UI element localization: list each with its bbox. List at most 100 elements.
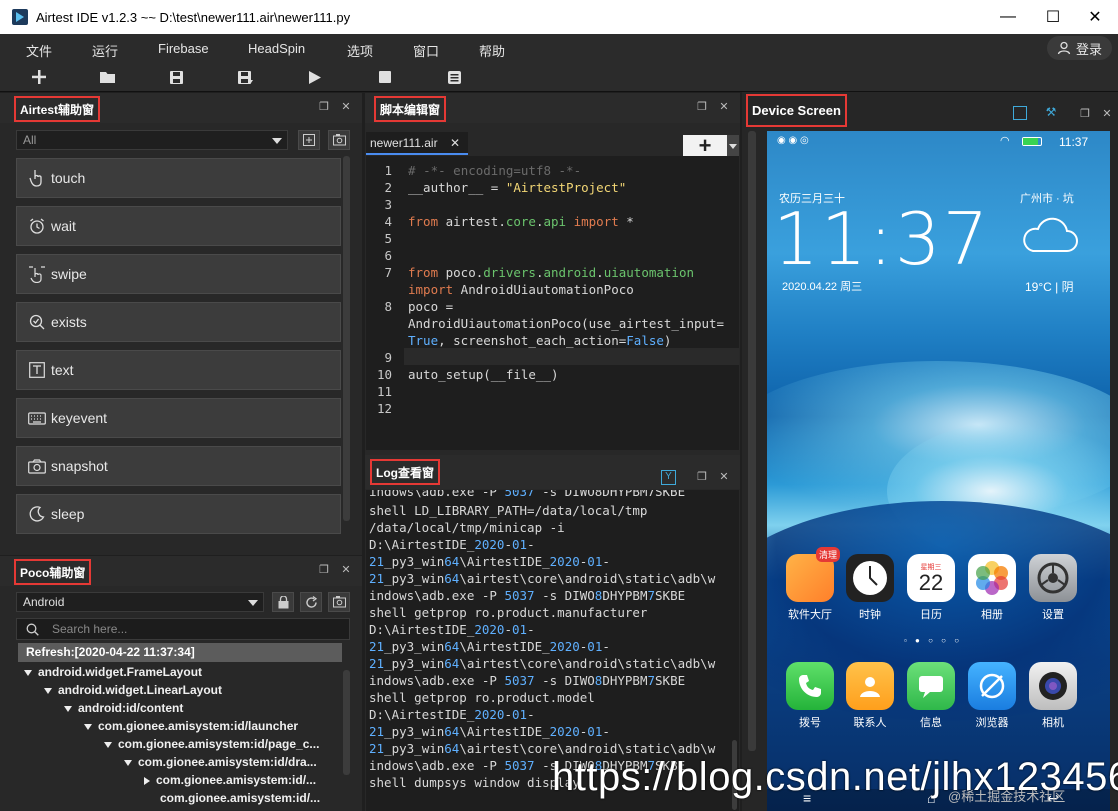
line-number: 2 [384,180,392,195]
title-bar: Airtest IDE v1.2.3 ~~ D:\test\newer111.a… [0,0,1118,34]
wifi-icon: ◠ [1000,135,1010,147]
poco-panel-title: Poco辅助窗 [14,559,92,585]
close-panel-icon[interactable]: ✕ [1101,108,1113,120]
menu-options[interactable]: 选项 [347,41,373,60]
airtest-filter-select[interactable]: All [16,130,288,150]
poco-search-input[interactable]: Search here... [16,618,350,640]
close-window-button[interactable]: ✕ [1072,0,1118,34]
api-button-wait[interactable]: wait [16,206,341,246]
airtest-scrollbar[interactable] [343,156,350,521]
maximize-button[interactable]: ☐ [1030,0,1076,34]
poco-platform-select[interactable]: Android [16,592,264,612]
tools-icon[interactable]: ⚒ [1044,106,1058,120]
app-settings[interactable]: 设置 [1026,554,1080,622]
calendar-icon: 星期三 22 [907,554,955,602]
expand-arrow-icon [44,687,52,694]
code-line: from airtest.core.api import * [408,214,634,229]
api-button-label: touch [51,170,86,186]
app-browser[interactable]: 浏览器 [965,662,1019,730]
tree-node[interactable]: android.widget.FrameLayout [24,663,202,681]
device-scrollbar[interactable] [748,131,756,751]
editor-tab[interactable]: newer111.air ✕ [366,132,468,155]
api-button-sleep[interactable]: sleep [16,494,341,534]
new-tab-button[interactable]: + [683,133,727,158]
app-label: 信息 [920,717,942,729]
notification-icons: ◉ ◉ ◎ [777,135,809,146]
line-number: 1 [384,163,392,178]
api-button-label: wait [51,218,76,234]
tree-node-label: android.widget.FrameLayout [38,665,203,679]
filter-icon[interactable]: Y [661,470,676,485]
lock-icon[interactable] [272,592,294,612]
app-gallery[interactable]: 相册 [965,554,1019,622]
api-button-swipe[interactable]: swipe [16,254,341,294]
save-icon[interactable] [166,67,186,87]
close-panel-icon[interactable]: ✕ [340,101,352,113]
tree-node[interactable]: android.widget.LinearLayout [44,681,222,699]
close-panel-icon[interactable]: ✕ [718,101,730,113]
tree-node[interactable]: com.gionee.amisystem:id/... [144,771,316,789]
record-icon[interactable] [328,592,350,612]
capture-icon[interactable] [298,130,320,150]
open-folder-icon[interactable] [98,67,118,87]
code-editor[interactable]: 1 2 3 4 5 6 7 8 9 10 11 12 # -*- encodin… [366,156,739,450]
hand-touch-icon [27,168,47,188]
float-panel-icon[interactable]: ❐ [318,564,330,576]
layout-toggle-icon[interactable] [1013,106,1027,120]
close-panel-icon[interactable]: ✕ [718,471,730,483]
minimize-button[interactable]: — [985,0,1031,34]
app-messages[interactable]: 信息 [904,662,958,730]
collapsed-arrow-icon [144,776,150,785]
tree-node[interactable]: com.gionee.amisystem:id/page_c... [104,735,319,753]
float-panel-icon[interactable]: ❐ [318,101,330,113]
device-screen[interactable]: ◉ ◉ ◎ ◠ 11:37 农历三月三十 广州市 · 坑 11:37 2020.… [767,131,1110,811]
record-icon[interactable] [328,130,350,150]
api-button-exists[interactable]: exists [16,302,341,342]
close-panel-icon[interactable]: ✕ [340,564,352,576]
save-as-icon[interactable] [235,67,255,87]
poco-refresh-label[interactable]: Refresh:[2020-04-22 11:37:34] [18,643,342,662]
refresh-icon[interactable] [300,592,322,612]
expand-arrow-icon [64,705,72,712]
api-button-snapshot[interactable]: snapshot [16,446,341,486]
float-panel-icon[interactable]: ❐ [696,471,708,483]
app-software-store[interactable]: 清理 软件大厅 [783,547,840,622]
app-calendar[interactable]: 星期三 22 日历 [904,554,958,622]
api-button-touch[interactable]: touch [16,158,341,198]
menu-window[interactable]: 窗口 [413,41,439,60]
app-dialer[interactable]: 拨号 [783,662,837,730]
log-line: /data/local/tmp/minicap -i [369,520,565,535]
menu-run[interactable]: 运行 [92,41,118,60]
menu-help[interactable]: 帮助 [479,41,505,60]
menu-firebase[interactable]: Firebase [158,41,209,56]
log-icon[interactable] [444,67,464,87]
tree-node[interactable]: com.gionee.amisystem:id/dra... [124,753,317,771]
airtest-panel-header: Airtest辅助窗 ❐ ✕ [0,93,362,123]
float-panel-icon[interactable]: ❐ [696,101,708,113]
app-contacts[interactable]: 联系人 [843,662,897,730]
new-tab-dropdown-icon[interactable] [727,135,739,157]
api-button-text[interactable]: text [16,350,341,390]
app-clock[interactable]: 时钟 [843,554,897,622]
log-line: 21_py3_win64\airtest\core\android\static… [369,656,716,671]
menu-file[interactable]: 文件 [26,41,52,60]
battery-icon [1022,137,1042,146]
poco-scrollbar[interactable] [343,670,350,775]
run-icon[interactable] [305,67,325,87]
home-date: 2020.04.22 周三 [782,281,863,293]
login-button[interactable]: 登录 [1046,36,1112,60]
calendar-day: 22 [918,570,944,595]
menu-headspin[interactable]: HeadSpin [248,41,305,56]
stop-icon[interactable] [375,67,395,87]
expand-arrow-icon [24,669,32,676]
tree-node[interactable]: com.gionee.amisystem:id/launcher [84,717,298,735]
float-panel-icon[interactable]: ❐ [1079,108,1091,120]
new-file-icon[interactable] [29,67,49,87]
code-line: # -*- encoding=utf8 -*- [408,163,582,178]
app-label: 软件大厅 [788,609,832,621]
app-camera[interactable]: 相机 [1026,662,1080,730]
close-tab-icon[interactable]: ✕ [450,132,460,154]
tree-node[interactable]: android:id/content [64,699,183,717]
api-button-keyevent[interactable]: keyevent [16,398,341,438]
tree-node[interactable]: com.gionee.amisystem:id/... [160,789,320,807]
